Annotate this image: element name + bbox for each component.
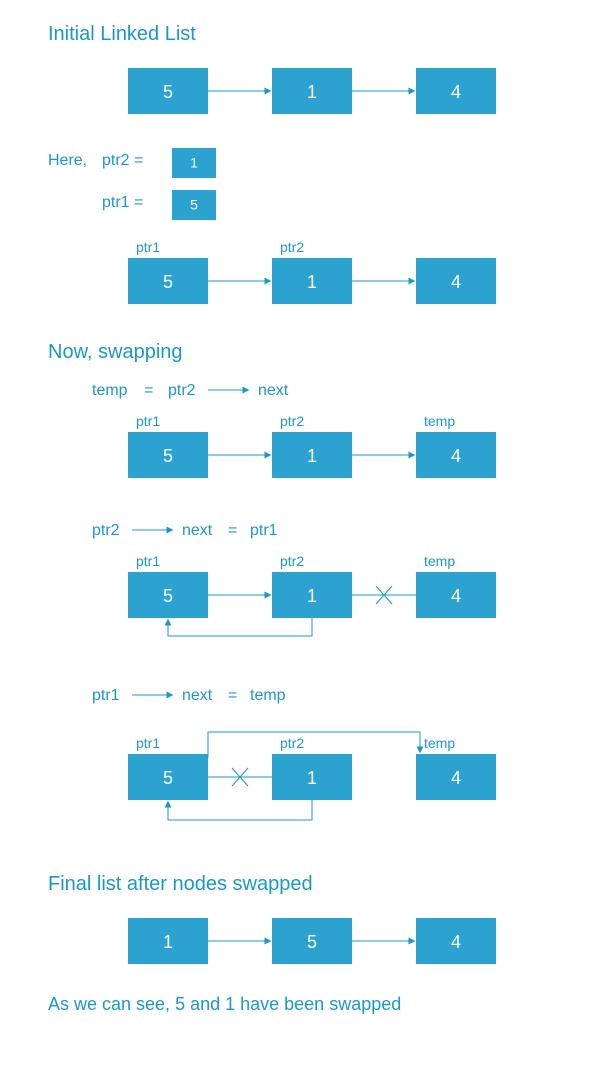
back-arrow-icon: [168, 618, 312, 636]
label-ptr2: ptr2: [280, 239, 304, 255]
label-ptr2: ptr2: [280, 413, 304, 429]
node-value: 4: [451, 446, 461, 466]
node-value: 1: [163, 932, 173, 952]
text-ptr2: ptr2: [92, 522, 120, 539]
text-ptr2eq: ptr2 =: [102, 152, 143, 169]
step3-list: ptr1 ptr2 temp 5 1 4: [128, 732, 496, 820]
text-ptr1eq: ptr1 =: [102, 194, 143, 211]
node-value: 1: [190, 155, 198, 171]
label-ptr2: ptr2: [280, 553, 304, 569]
text-next: next: [258, 382, 289, 399]
node-value: 4: [451, 272, 461, 292]
node-value: 5: [163, 768, 173, 788]
back-arrow-icon: [168, 800, 312, 820]
node-value: 5: [163, 586, 173, 606]
node-value: 5: [307, 932, 317, 952]
text-temp: temp: [92, 382, 128, 399]
label-ptr1: ptr1: [136, 735, 160, 751]
text-ptr1: ptr1: [250, 522, 278, 539]
heading-now-swapping: Now, swapping: [48, 341, 183, 363]
text-eq: =: [144, 382, 153, 399]
label-ptr1: ptr1: [136, 553, 160, 569]
node-value: 4: [451, 82, 461, 102]
text-here: Here,: [48, 152, 87, 169]
step3-expr: ptr1 next = temp: [92, 687, 286, 704]
text-ptr1: ptr1: [92, 687, 120, 704]
text-ptr2: ptr2: [168, 382, 196, 399]
text-eq: =: [228, 687, 237, 704]
node-value: 1: [307, 82, 317, 102]
node-value: 1: [307, 446, 317, 466]
label-temp: temp: [424, 735, 455, 751]
step2-expr: ptr2 next = ptr1: [92, 522, 278, 539]
text-next: next: [182, 687, 213, 704]
label-temp: temp: [424, 553, 455, 569]
step2-list: ptr1 ptr2 temp 5 1 4: [128, 553, 496, 636]
labeled-list: ptr1 ptr2 5 1 4: [128, 239, 496, 304]
node-value: 4: [451, 932, 461, 952]
label-ptr1: ptr1: [136, 413, 160, 429]
node-value: 1: [307, 586, 317, 606]
node-value: 5: [163, 272, 173, 292]
heading-final: Final list after nodes swapped: [48, 873, 313, 895]
node-value: 5: [190, 197, 198, 213]
diagram-canvas: Initial Linked List 5 1 4 Here, ptr2 = 1…: [0, 0, 595, 1080]
label-temp: temp: [424, 413, 455, 429]
node-value: 5: [163, 446, 173, 466]
node-value: 1: [307, 272, 317, 292]
step1-expr: temp = ptr2 next: [92, 382, 289, 399]
node-value: 5: [163, 82, 173, 102]
node-value: 1: [307, 768, 317, 788]
step1-list: ptr1 ptr2 temp 5 1 4: [128, 413, 496, 478]
text-eq: =: [228, 522, 237, 539]
node-value: 4: [451, 768, 461, 788]
node-value: 4: [451, 586, 461, 606]
label-ptr1: ptr1: [136, 239, 160, 255]
label-ptr2: ptr2: [280, 735, 304, 751]
text-temp: temp: [250, 687, 286, 704]
text-next: next: [182, 522, 213, 539]
heading-initial: Initial Linked List: [48, 23, 196, 45]
initial-list: 5 1 4: [128, 68, 496, 114]
final-list: 1 5 4: [128, 918, 496, 964]
conclusion-text: As we can see, 5 and 1 have been swapped: [48, 994, 401, 1014]
